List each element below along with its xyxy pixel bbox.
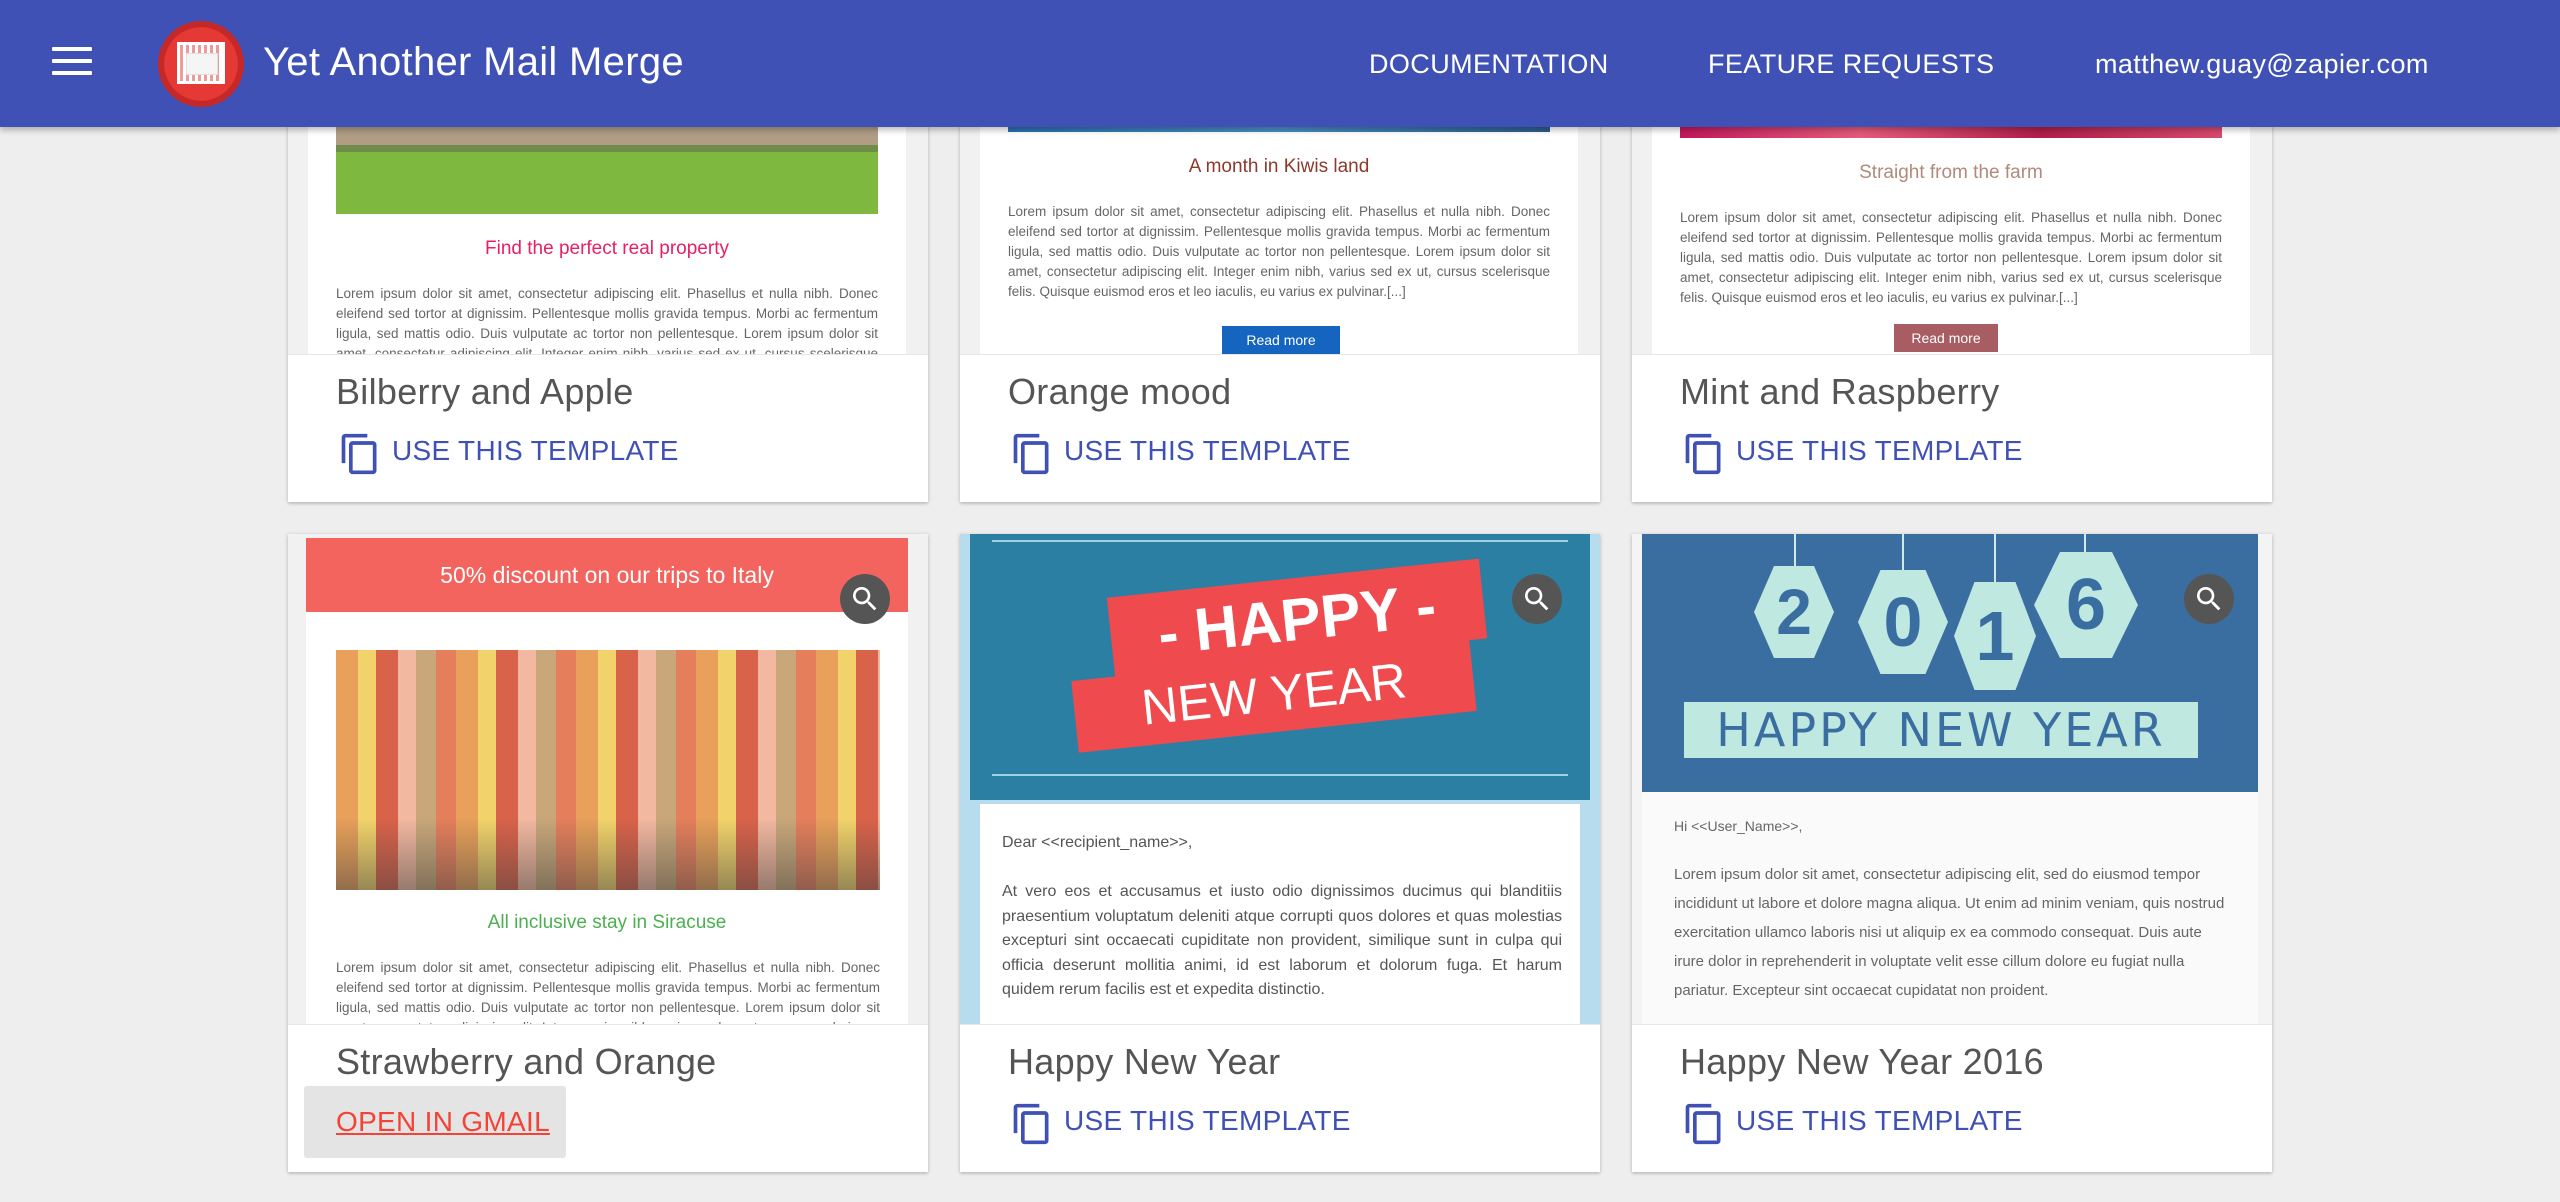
preview-body: Lorem ipsum dolor sit amet, consectetur … xyxy=(336,286,878,354)
use-template-label: USE THIS TEMPLATE xyxy=(1064,1105,1351,1136)
preview-subheading: A month in Kiwis land xyxy=(1188,156,1370,177)
copy-icon xyxy=(1013,1103,1049,1145)
divider xyxy=(992,540,1568,542)
template-card: A month in Kiwis land Lorem ipsum dolor … xyxy=(960,90,1600,502)
template-preview[interactable]: Find the perfect real property Lorem ips… xyxy=(288,90,928,354)
preview-greeting: Hi <<User_Name>>, xyxy=(1674,818,1803,834)
use-template-label: USE THIS TEMPLATE xyxy=(1736,1105,2023,1136)
copy-icon xyxy=(1685,433,1721,475)
new-year-header: - HAPPY - NEW YEAR xyxy=(970,534,1590,804)
card-footer: Mint and Raspberry USE THIS TEMPLATE xyxy=(1632,354,2272,502)
template-preview[interactable]: 2 0 1 6 HAPPY NEW YEAR Hi <<User_Name>>,… xyxy=(1632,534,2272,1024)
preview-body: Lorem ipsum dolor sit amet, consectetur … xyxy=(1674,866,2225,999)
zoom-preview-button[interactable] xyxy=(2184,574,2234,624)
template-card: 50% discount on our trips to Italy All i… xyxy=(288,534,928,1172)
tag-string xyxy=(1994,534,1996,582)
template-name: Happy New Year 2016 xyxy=(1680,1041,2044,1082)
use-template-label: USE THIS TEMPLATE xyxy=(392,435,679,466)
newsletter-body: Dear <<recipient_name>>, At vero eos et … xyxy=(980,804,1580,1024)
preview-body: At vero eos et accusamus et iusto odio d… xyxy=(1002,883,1562,998)
magnifier-icon xyxy=(1525,587,1549,611)
discount-banner: 50% discount on our trips to Italy xyxy=(306,538,908,612)
magnifier-icon xyxy=(2197,587,2221,611)
read-more-button: Read more xyxy=(1222,326,1340,354)
template-preview[interactable]: Straight from the farm Lorem ipsum dolor… xyxy=(1632,90,2272,354)
template-name: Mint and Raspberry xyxy=(1680,371,2000,412)
app-bar: Yet Another Mail Merge DOCUMENTATION FEA… xyxy=(0,0,2560,127)
nav-feature-requests[interactable]: FEATURE REQUESTS xyxy=(1708,49,1994,80)
nav-documentation[interactable]: DOCUMENTATION xyxy=(1369,49,1609,80)
template-preview[interactable]: 50% discount on our trips to Italy All i… xyxy=(288,534,928,1024)
app-logo[interactable] xyxy=(158,21,244,107)
newsletter-body: Hi <<User_Name>>, Lorem ipsum dolor sit … xyxy=(1642,792,2258,1024)
newsletter-preview: A month in Kiwis land Lorem ipsum dolor … xyxy=(980,90,1578,354)
open-in-gmail-label: OPEN IN GMAIL xyxy=(336,1106,550,1137)
template-card: Straight from the farm Lorem ipsum dolor… xyxy=(1632,90,2272,502)
preview-headline: HAPPY NEW YEAR xyxy=(1716,703,2166,757)
menu-icon[interactable] xyxy=(52,47,92,79)
card-footer: Happy New Year 2016 USE THIS TEMPLATE xyxy=(1632,1024,2272,1172)
zoom-preview-button[interactable] xyxy=(1512,574,1562,624)
template-preview[interactable]: A month in Kiwis land Lorem ipsum dolor … xyxy=(960,90,1600,354)
zoom-preview-button[interactable] xyxy=(840,574,890,624)
app-title: Yet Another Mail Merge xyxy=(263,40,684,84)
italy-town-photo xyxy=(336,650,880,890)
copy-icon xyxy=(1013,433,1049,475)
card-footer: Bilberry and Apple USE THIS TEMPLATE xyxy=(288,354,928,502)
use-template-label: USE THIS TEMPLATE xyxy=(1064,435,1351,466)
use-template-label: USE THIS TEMPLATE xyxy=(1736,435,2023,466)
template-card: 2 0 1 6 HAPPY NEW YEAR Hi <<User_Name>>,… xyxy=(1632,534,2272,1172)
read-more-button: Read more xyxy=(1894,324,1998,352)
tag-string xyxy=(1902,534,1904,570)
preview-body: Lorem ipsum dolor sit amet, consectetur … xyxy=(1680,210,2222,305)
preview-subheading: All inclusive stay in Siracuse xyxy=(487,912,727,933)
preview-greeting: Dear <<recipient_name>>, xyxy=(1002,834,1193,851)
preview-subheading: Straight from the farm xyxy=(1859,162,2043,183)
template-card: - HAPPY - NEW YEAR Dear <<recipient_name… xyxy=(960,534,1600,1172)
copy-icon xyxy=(341,433,377,475)
preview-body: Lorem ipsum dolor sit amet, consectetur … xyxy=(336,960,880,1024)
open-in-gmail-button[interactable]: OPEN IN GMAIL xyxy=(304,1086,566,1158)
preview-subheading: Find the perfect real property xyxy=(485,238,729,259)
user-account[interactable]: matthew.guay@zapier.com xyxy=(2095,49,2429,80)
newsletter-preview: Find the perfect real property Lorem ips… xyxy=(308,90,906,354)
template-name: Happy New Year xyxy=(1008,1041,1281,1082)
template-preview[interactable]: - HAPPY - NEW YEAR Dear <<recipient_name… xyxy=(960,534,1600,1024)
magnifier-icon xyxy=(853,587,877,611)
template-name: Orange mood xyxy=(1008,371,1232,412)
card-footer: Happy New Year USE THIS TEMPLATE xyxy=(960,1024,1600,1172)
envelope-icon xyxy=(180,45,222,81)
template-name: Bilberry and Apple xyxy=(336,371,634,412)
card-footer: Orange mood USE THIS TEMPLATE xyxy=(960,354,1600,502)
copy-icon xyxy=(1685,1103,1721,1145)
newsletter-preview: 50% discount on our trips to Italy All i… xyxy=(306,538,908,1024)
template-card: Find the perfect real property Lorem ips… xyxy=(288,90,928,502)
newsletter-preview: Straight from the farm Lorem ipsum dolor… xyxy=(1652,90,2250,354)
preview-body: Lorem ipsum dolor sit amet, consectetur … xyxy=(1008,204,1550,299)
template-name: Strawberry and Orange xyxy=(336,1041,717,1082)
tag-string xyxy=(1794,534,1796,566)
divider xyxy=(992,774,1568,776)
